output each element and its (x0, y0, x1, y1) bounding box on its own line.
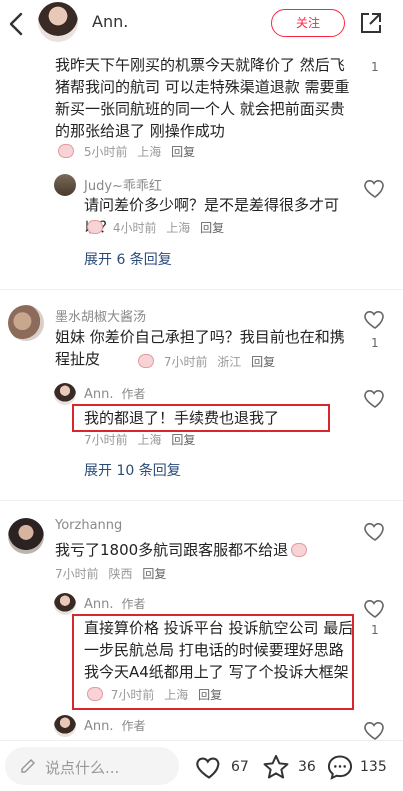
author-name[interactable]: Ann. (92, 12, 128, 31)
share-icon[interactable] (358, 10, 384, 36)
heart-icon[interactable] (363, 718, 387, 740)
divider (0, 500, 403, 501)
reply-button[interactable]: 回复 (251, 355, 275, 369)
author-avatar[interactable] (38, 2, 78, 42)
comment-time: 4小时前 (112, 221, 157, 235)
back-arrow-icon[interactable] (6, 10, 28, 38)
comment-location: 浙江 (217, 355, 242, 369)
comment-text: 我昨天下午刚买的机票今天就降价了 然后飞猪帮我问的航司 可以走特殊渠道退款 需要… (55, 56, 350, 140)
comment-location: 上海 (166, 221, 191, 235)
heart-icon[interactable] (363, 307, 387, 331)
bottom-bar: 说点什么... 67 36 135 (0, 740, 403, 791)
pig-emoji-icon (58, 144, 74, 158)
comment-username[interactable]: 墨水胡椒大酱汤 (55, 306, 146, 325)
crying-emoji-icon (291, 543, 308, 557)
reply-meta: 7小时前 上海 回复 (84, 431, 201, 448)
comment-bubble-icon[interactable] (326, 753, 354, 781)
star-count: 36 (298, 759, 316, 775)
reply-username[interactable]: Ann. 作者 (84, 385, 146, 402)
expand-replies-link[interactable]: 展开 6 条回复 (84, 249, 172, 269)
heart-icon[interactable] (363, 176, 387, 200)
author-badge: 作者 (121, 387, 146, 401)
comment-meta: 5小时前 上海 回复 (55, 143, 201, 160)
comment-meta: 7小时前 陕西 回复 (55, 565, 172, 582)
comment-text: 我亏了1800多航司跟客服都不给退 (55, 539, 355, 561)
heart-icon[interactable] (363, 519, 387, 543)
reply-button[interactable]: 回复 (171, 145, 195, 159)
comment-time: 7小时前 (84, 433, 128, 447)
like-count: 1 (371, 336, 379, 350)
comment-text-content: 我亏了1800多航司跟客服都不给退 (55, 541, 289, 559)
reply-username[interactable]: Ann. 作者 (84, 595, 146, 612)
like-count: 1 (371, 623, 379, 637)
divider (0, 289, 403, 290)
comment-input-placeholder: 说点什么... (45, 759, 120, 777)
comment-location: 陕西 (108, 567, 133, 581)
pig-emoji-icon (87, 220, 103, 234)
reply-button[interactable]: 回复 (200, 221, 224, 235)
highlight-box (72, 614, 354, 710)
like-count: 1 (371, 60, 379, 74)
reply-username[interactable]: Judy~乖乖红 (84, 175, 162, 194)
heart-icon[interactable] (363, 386, 387, 410)
comment-count: 135 (360, 759, 387, 775)
avatar[interactable] (54, 593, 76, 615)
like-count: 67 (231, 759, 249, 775)
top-bar: Ann. 关注 (0, 0, 403, 50)
avatar[interactable] (54, 715, 76, 737)
author-badge: 作者 (121, 719, 146, 733)
reply-username[interactable]: Ann. 作者 (84, 717, 146, 734)
reply-meta: 4小时前 上海 回复 (84, 219, 230, 236)
highlight-box (72, 404, 330, 432)
follow-button[interactable]: 关注 (271, 9, 345, 37)
comment-location: 上海 (137, 433, 162, 447)
avatar[interactable] (8, 518, 44, 554)
reply-button[interactable]: 回复 (171, 433, 195, 447)
heart-icon[interactable] (363, 596, 387, 620)
expand-replies-link[interactable]: 展开 10 条回复 (84, 460, 181, 480)
comment-meta: 7小时前 浙江 回复 (135, 353, 281, 370)
comment-location: 上海 (137, 145, 162, 159)
avatar[interactable] (8, 305, 44, 341)
comment-username[interactable]: Yorzhanng (55, 518, 122, 533)
comment-time: 5小时前 (83, 145, 128, 159)
reply-button[interactable]: 回复 (142, 567, 166, 581)
comment-time: 7小时前 (163, 355, 208, 369)
heart-icon[interactable] (195, 753, 223, 781)
star-icon[interactable] (262, 753, 290, 781)
comment-input[interactable]: 说点什么... (5, 747, 179, 785)
pencil-icon (21, 758, 36, 773)
comment-list[interactable]: 我昨天下午刚买的机票今天就降价了 然后飞猪帮我问的航司 可以走特殊渠道退款 需要… (0, 0, 403, 740)
avatar[interactable] (54, 383, 76, 405)
comment-time: 7小时前 (55, 567, 99, 581)
author-badge: 作者 (121, 597, 146, 611)
crying-emoji-icon (138, 354, 154, 368)
avatar[interactable] (54, 174, 76, 196)
